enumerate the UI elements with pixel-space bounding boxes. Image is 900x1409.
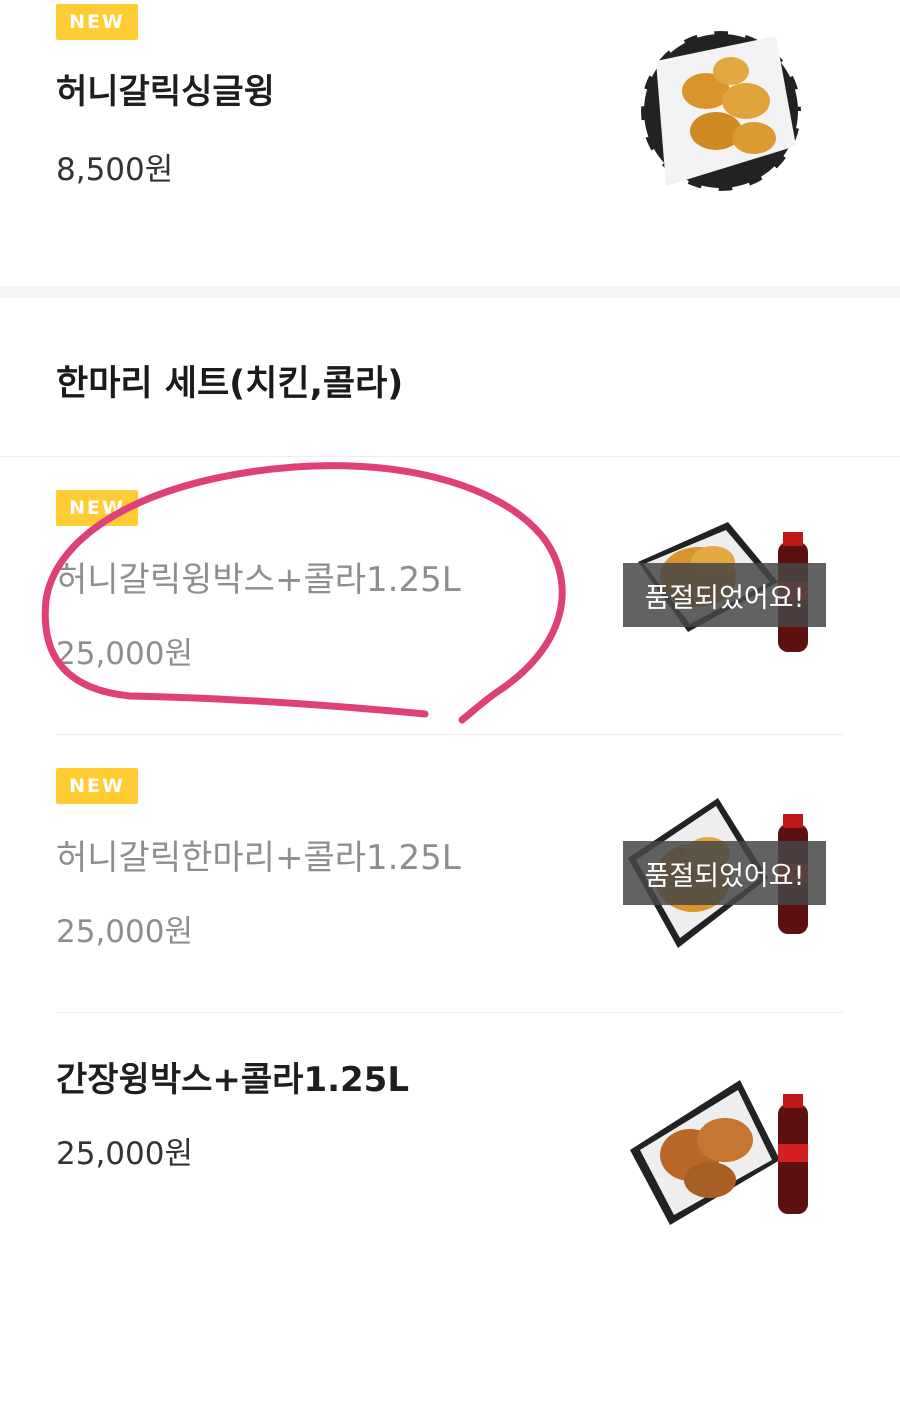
menu-item-price: 25,000원 <box>56 636 193 672</box>
menu-item-image <box>630 1080 808 1225</box>
menu-item-price: 8,500원 <box>56 152 174 188</box>
menu-item-honey-garlic-wingbox-cola[interactable]: NEW 허니갈릭윙박스+콜라1.25L 25,000원 품절되었어요! <box>0 470 900 734</box>
menu-item-soy-wingbox-cola[interactable]: 간장윙박스+콜라1.25L 25,000원 <box>0 1026 900 1290</box>
menu-item-price: 25,000원 <box>56 1136 193 1172</box>
new-badge: NEW <box>56 4 138 40</box>
menu-item-honey-garlic-whole-cola[interactable]: NEW 허니갈릭한마리+콜라1.25L 25,000원 품절되었어요! <box>0 748 900 1012</box>
sold-out-label: 품절되었어요! <box>623 563 826 627</box>
new-badge: NEW <box>56 768 138 804</box>
divider <box>56 1012 844 1013</box>
section-divider <box>0 286 900 298</box>
menu-item-image <box>638 28 804 194</box>
menu-item-name: 허니갈릭한마리+콜라1.25L <box>56 838 461 878</box>
divider <box>0 456 900 457</box>
section-title: 한마리 세트(치킨,콜라) <box>56 364 404 404</box>
menu-item-name: 허니갈릭싱글윙 <box>56 72 275 112</box>
menu-item-price: 25,000원 <box>56 914 193 950</box>
new-badge: NEW <box>56 490 138 526</box>
menu-item-name: 간장윙박스+콜라1.25L <box>56 1060 410 1100</box>
menu-item-name: 허니갈릭윙박스+콜라1.25L <box>56 560 461 600</box>
menu-item-honey-garlic-single-wing[interactable]: NEW 허니갈릭싱글윙 8,500원 <box>0 0 900 286</box>
sold-out-label: 품절되었어요! <box>623 841 826 905</box>
divider <box>56 734 844 735</box>
